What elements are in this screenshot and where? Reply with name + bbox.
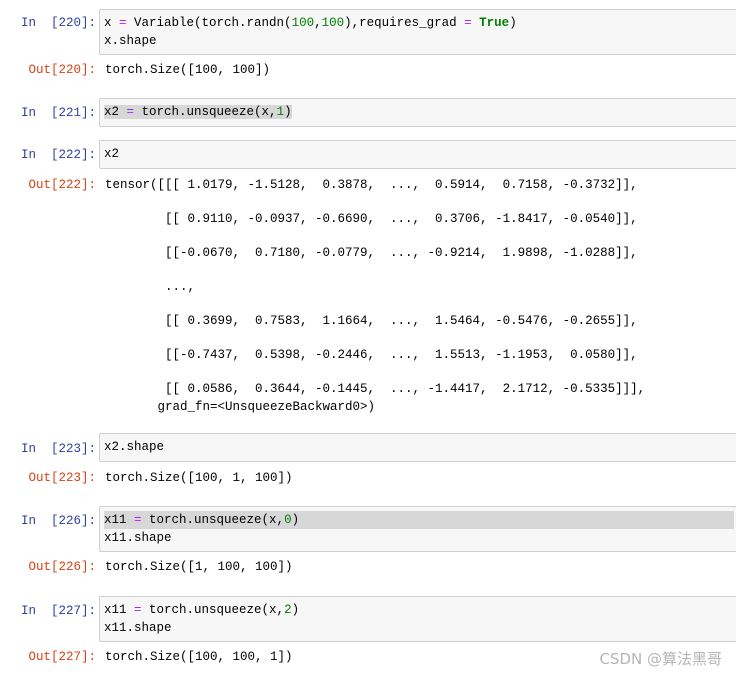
out-prompt: Out[227]: [28,650,96,664]
cell-output: torch.Size([100, 1, 100]) [105,471,293,485]
output-line: [[ 0.9110, -0.0937, -0.6690, ..., 0.3706… [105,212,638,226]
code-input[interactable]: x2.shape [99,433,736,462]
output-line: [[-0.7437, 0.5398, -0.2446, ..., 1.5513,… [105,348,638,362]
code-line: x11 = torch.unsqueeze(x,0) [104,511,734,529]
output-line: ..., [105,280,196,294]
out-prompt: Out[222]: [28,178,96,192]
code-line: x.shape [104,34,157,48]
in-prompt: In [221]: [20,106,96,120]
output-line: tensor([[[ 1.0179, -1.5128, 0.3878, ...,… [105,178,638,192]
in-prompt: In [227]: [20,604,96,618]
code-line: x2 = torch.unsqueeze(x,1) [104,105,292,119]
cell-output: torch.Size([1, 100, 100]) [105,560,293,574]
code-input[interactable]: x2 [99,140,736,169]
code-input[interactable]: x = Variable(torch.randn(100,100),requir… [99,9,736,55]
output-line: [[ 0.3699, 0.7583, 1.1664, ..., 1.5464, … [105,314,638,328]
in-prompt: In [220]: [20,16,96,30]
code-line: x11 = torch.unsqueeze(x,2) [104,603,300,617]
cell-output: torch.Size([100, 100]) [105,63,271,77]
code-line: x = Variable(torch.randn(100,100),requir… [104,16,517,30]
in-prompt: In [222]: [20,148,96,162]
output-line: [[-0.0670, 0.7180, -0.0779, ..., -0.9214… [105,246,638,260]
code-input[interactable]: x11 = torch.unsqueeze(x,0) x11.shape [99,506,736,552]
in-prompt: In [226]: [20,514,96,528]
output-line: [[ 0.0586, 0.3644, -0.1445, ..., -1.4417… [105,382,646,396]
output-line: grad_fn=<UnsqueezeBackward0>) [105,400,376,414]
code-input[interactable]: x2 = torch.unsqueeze(x,1) [99,98,736,127]
code-input[interactable]: x11 = torch.unsqueeze(x,2) x11.shape [99,596,736,642]
code-line: x11.shape [104,531,172,545]
code-line: x2.shape [104,440,165,454]
code-line: x11.shape [104,621,172,635]
in-prompt: In [223]: [20,442,96,456]
code-line: x2 [104,147,120,161]
out-prompt: Out[226]: [28,560,96,574]
out-prompt: Out[220]: [28,63,96,77]
watermark: CSDN @算法黑哥 [599,650,722,668]
out-prompt: Out[223]: [28,471,96,485]
